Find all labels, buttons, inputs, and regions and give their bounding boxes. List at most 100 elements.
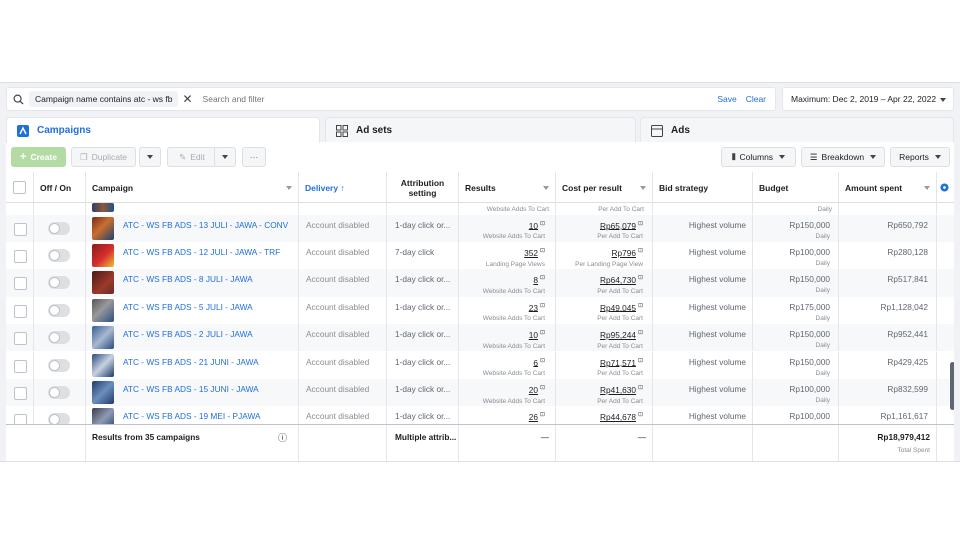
create-button[interactable]: + Create — [11, 147, 66, 167]
campaign-toggle[interactable] — [48, 385, 70, 399]
info-icon[interactable]: ⊡ — [540, 412, 545, 418]
info-icon[interactable]: ⊡ — [540, 385, 545, 391]
campaign-name-link[interactable]: ATC - WS FB ADS - 5 JULI - JAWA — [123, 302, 253, 312]
info-icon[interactable]: ⊡ — [540, 330, 545, 336]
table-row[interactable]: ATC - WS FB ADS - 19 MEI - PJAWA Account … — [6, 406, 954, 424]
search-input[interactable] — [202, 94, 718, 104]
campaign-thumbnail — [92, 380, 114, 404]
row-checkbox[interactable] — [14, 222, 27, 236]
more-button[interactable]: ··· — [242, 147, 266, 167]
column-bid-strategy[interactable]: Bid strategy — [653, 172, 753, 203]
info-icon[interactable]: ⊡ — [638, 330, 643, 336]
row-checkbox[interactable] — [14, 304, 27, 318]
row-checkbox[interactable] — [14, 386, 27, 400]
info-icon[interactable]: ⓘ — [278, 431, 287, 444]
columns-button[interactable]: ⫴ Columns — [721, 147, 796, 167]
table-row[interactable]: ATC - WS FB ADS - 2 JULI - JAWA Account d… — [6, 324, 954, 352]
campaigns-table: Off / On Campaign Delivery ↑ Attribution… — [6, 172, 954, 461]
info-icon[interactable]: ⊡ — [638, 412, 643, 418]
table-row[interactable]: ATC - WS FB ADS - 15 JUNI - JAWA Account … — [6, 378, 954, 407]
info-icon[interactable]: ⊡ — [540, 221, 545, 227]
budget-value: Rp150,000 Daily — [789, 219, 830, 240]
info-icon[interactable]: ⊡ — [638, 303, 643, 309]
column-delivery[interactable]: Delivery ↑ — [299, 172, 387, 203]
info-icon[interactable]: ⊡ — [540, 275, 545, 281]
table-row[interactable]: ATC - WS FB ADS - 5 JULI - JAWA Account d… — [6, 296, 954, 325]
date-range-label: Maximum: Dec 2, 2019 – Apr 22, 2022 — [791, 94, 937, 104]
settings-icon[interactable] — [940, 183, 949, 192]
column-attribution[interactable]: Attribution setting — [387, 172, 459, 203]
row-checkbox[interactable] — [14, 414, 27, 424]
campaign-thumbnail — [92, 298, 114, 322]
table-row[interactable]: ATC - WS FB ADS - 8 JULI - JAWA Account d… — [6, 269, 954, 297]
column-amount-spent[interactable]: Amount spent — [839, 172, 937, 203]
column-campaign[interactable]: Campaign — [86, 172, 299, 203]
row-checkbox[interactable] — [14, 249, 27, 263]
select-all-checkbox[interactable] — [13, 181, 26, 194]
campaign-toggle[interactable] — [48, 248, 70, 262]
date-range-picker[interactable]: Maximum: Dec 2, 2019 – Apr 22, 2022 — [782, 87, 954, 111]
adsets-icon — [336, 124, 348, 137]
info-icon[interactable]: ⊡ — [540, 358, 545, 364]
info-icon[interactable]: ⊡ — [638, 385, 643, 391]
attribution-setting: 1-day click or... — [395, 274, 451, 285]
chevron-down-icon — [543, 186, 549, 190]
select-all-cell — [6, 172, 34, 203]
tab-campaigns[interactable]: Campaigns — [6, 117, 320, 143]
filter-chip[interactable]: Campaign name contains atc - ws fb — [29, 91, 179, 107]
vertical-scrollbar[interactable] — [950, 362, 954, 410]
info-icon[interactable]: ⊡ — [540, 303, 545, 309]
bid-strategy: Highest volume — [688, 301, 746, 312]
pencil-icon: ✎ — [179, 151, 187, 162]
clear-filter-button[interactable]: Clear — [746, 94, 766, 104]
info-icon[interactable]: ⊡ — [638, 221, 643, 227]
search-icon — [7, 94, 29, 105]
tab-ad-sets[interactable]: Ad sets — [325, 117, 636, 143]
table-row[interactable]: ATC - WS FB ADS - 12 JULI - JAWA - TRF Ac… — [6, 241, 954, 270]
campaign-toggle[interactable] — [48, 221, 70, 235]
table-row[interactable]: ATC - WS FB ADS - 21 JUNI - JAWA Account … — [6, 351, 954, 379]
bid-strategy: Highest volume — [688, 383, 746, 394]
campaign-thumbnail — [92, 216, 114, 240]
table-footer: Results from 35 campaigns ⓘ Multiple att… — [6, 424, 954, 461]
info-icon[interactable]: ⊡ — [540, 248, 545, 254]
breakdown-button[interactable]: ☰ Breakdown — [801, 147, 885, 167]
tab-ads[interactable]: Ads — [640, 117, 954, 143]
row-checkbox[interactable] — [14, 277, 27, 291]
column-offon[interactable]: Off / On — [34, 172, 86, 203]
campaign-toggle[interactable] — [48, 276, 70, 290]
campaign-name-link[interactable]: ATC - WS FB ADS - 19 MEI - PJAWA — [123, 411, 261, 421]
search-filter-bar[interactable]: Campaign name contains atc - ws fb ✕ Sav… — [6, 87, 776, 111]
info-icon[interactable]: ⊡ — [638, 358, 643, 364]
edit-dropdown-button[interactable] — [214, 147, 236, 167]
row-checkbox[interactable] — [14, 332, 27, 346]
campaign-name-link[interactable]: ATC - WS FB ADS - 2 JULI - JAWA — [123, 329, 253, 339]
duplicate-dropdown-button[interactable] — [139, 147, 161, 167]
campaign-toggle[interactable] — [48, 303, 70, 317]
campaign-thumbnail — [92, 326, 114, 350]
remove-filter-icon[interactable]: ✕ — [182, 93, 192, 105]
column-results[interactable]: Results — [459, 172, 556, 203]
column-cost-per-result[interactable]: Cost per result — [556, 172, 653, 203]
row-checkbox[interactable] — [14, 359, 27, 373]
info-icon[interactable]: ⊡ — [638, 248, 643, 254]
duplicate-button[interactable]: ❐ Duplicate — [71, 147, 136, 167]
delivery-status: Account disabled — [306, 219, 370, 230]
campaign-toggle[interactable] — [48, 331, 70, 345]
campaign-name-link[interactable]: ATC - WS FB ADS - 12 JULI - JAWA - TRF — [123, 247, 280, 257]
campaign-name-link[interactable]: ATC - WS FB ADS - 21 JUNI - JAWA — [123, 357, 259, 367]
amount-spent: Rp650,792 — [887, 219, 928, 230]
campaign-thumbnail — [92, 243, 114, 267]
campaign-name-link[interactable]: ATC - WS FB ADS - 13 JULI - JAWA - CONV — [123, 220, 288, 230]
save-filter-button[interactable]: Save — [717, 94, 736, 104]
campaign-toggle[interactable] — [48, 413, 70, 424]
table-row[interactable]: ATC - WS FB ADS - 13 JULI - JAWA - CONV A… — [6, 214, 954, 242]
info-icon[interactable]: ⊡ — [638, 275, 643, 281]
edit-button[interactable]: ✎ Edit — [167, 147, 217, 167]
reports-button[interactable]: Reports — [890, 147, 950, 167]
column-budget[interactable]: Budget — [753, 172, 839, 203]
campaign-name-link[interactable]: ATC - WS FB ADS - 8 JULI - JAWA — [123, 274, 253, 284]
bid-strategy: Highest volume — [688, 329, 746, 340]
campaign-name-link[interactable]: ATC - WS FB ADS - 15 JUNI - JAWA — [123, 384, 259, 394]
campaign-toggle[interactable] — [48, 358, 70, 372]
